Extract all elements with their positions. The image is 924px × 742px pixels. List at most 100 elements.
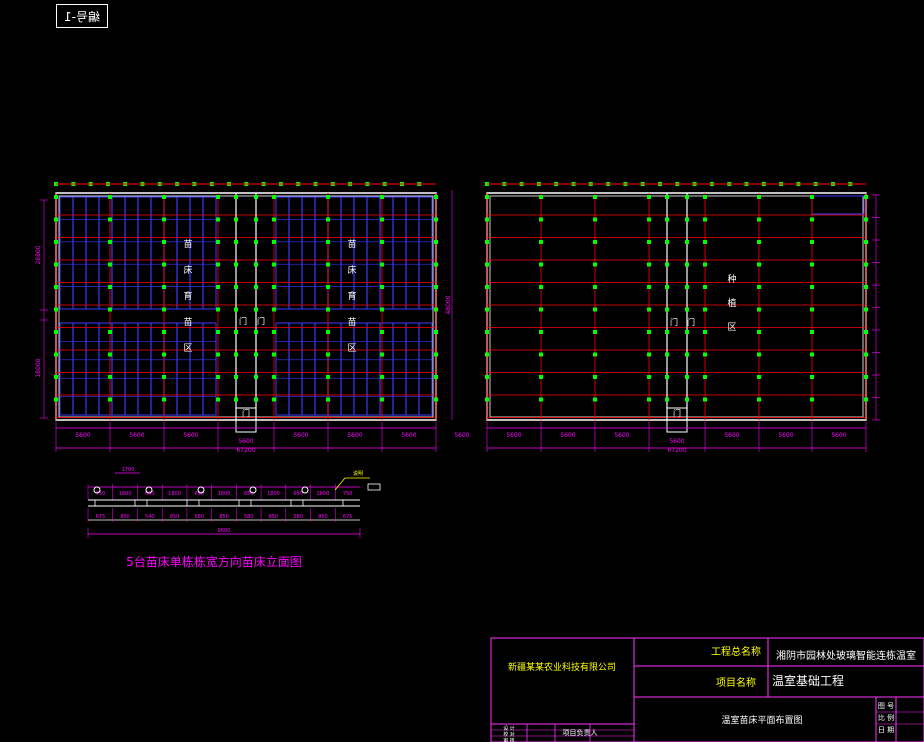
column-node bbox=[108, 352, 112, 357]
column-node bbox=[54, 330, 58, 334]
door-label: 门 bbox=[670, 317, 678, 327]
column-node bbox=[703, 307, 707, 312]
zone-label-char: 区 bbox=[347, 343, 356, 354]
column-node bbox=[810, 307, 814, 312]
column-node bbox=[254, 330, 258, 334]
cad-drawing-canvas: 苗床育苗区苗床育苗区门 门门5600 5600 5600 5600 5600 5600560… bbox=[35, 182, 924, 742]
bay-dim-text: 5600 bbox=[347, 432, 362, 439]
column-node bbox=[864, 330, 868, 334]
column-node bbox=[162, 240, 166, 244]
column-node bbox=[647, 330, 651, 334]
bed-section bbox=[94, 499, 136, 507]
column-node bbox=[485, 217, 489, 222]
project-label: 工程总名称 bbox=[711, 645, 761, 658]
column-node bbox=[234, 285, 238, 289]
column-node bbox=[326, 195, 330, 199]
column-node bbox=[254, 285, 258, 289]
column-node bbox=[864, 397, 868, 402]
column-node bbox=[272, 330, 276, 334]
column-node bbox=[216, 285, 220, 289]
bay-dim-text: 5600 bbox=[560, 432, 575, 439]
column-node bbox=[272, 397, 276, 402]
column-node bbox=[810, 285, 814, 289]
column-node bbox=[434, 307, 438, 312]
zone-label-char: 苗 bbox=[183, 317, 192, 328]
column-node bbox=[593, 285, 597, 289]
column-node bbox=[593, 352, 597, 357]
plan-outline bbox=[55, 192, 437, 421]
column-node bbox=[864, 262, 868, 267]
column-node bbox=[757, 217, 761, 222]
column-node bbox=[108, 397, 112, 402]
column-node bbox=[757, 240, 761, 244]
column-node bbox=[647, 397, 651, 402]
column-node bbox=[685, 330, 689, 334]
bay-dim-text: 5600 bbox=[75, 432, 90, 439]
column-node bbox=[162, 397, 166, 402]
column-node bbox=[162, 262, 166, 267]
column-node bbox=[864, 375, 868, 379]
column-node bbox=[162, 285, 166, 289]
plan-outline bbox=[486, 192, 867, 421]
column-node bbox=[685, 397, 689, 402]
elev-dim-text: 540 bbox=[145, 514, 155, 520]
column-node bbox=[703, 240, 707, 244]
item-label: 项目名称 bbox=[716, 676, 756, 689]
column-node bbox=[864, 307, 868, 312]
column-node bbox=[108, 217, 112, 222]
column-node bbox=[434, 240, 438, 244]
column-node bbox=[54, 262, 58, 267]
column-node bbox=[326, 397, 330, 402]
zone-label-char: 育 bbox=[183, 290, 192, 302]
column-node bbox=[234, 397, 238, 402]
door-label: 门 bbox=[257, 316, 265, 326]
column-node bbox=[485, 285, 489, 289]
total-dim-text: 67200 bbox=[667, 447, 686, 454]
door-label: 门 bbox=[687, 317, 695, 327]
project-value: 湘阴市园林处玻璃智能连栋温室 bbox=[776, 649, 916, 662]
column-node bbox=[326, 330, 330, 334]
elev-dim-text: 1800 bbox=[317, 491, 330, 497]
plan-inner-outline bbox=[489, 195, 864, 418]
elev-dim-text: 1800 bbox=[168, 491, 181, 497]
zone-label-char: 苗 bbox=[347, 317, 356, 328]
elev-dim-text: 580 bbox=[194, 514, 204, 520]
column-node bbox=[647, 307, 651, 312]
elev-dim-text: 850 bbox=[120, 514, 130, 520]
column-node bbox=[485, 262, 489, 267]
column-node bbox=[380, 307, 384, 312]
column-node bbox=[216, 262, 220, 267]
column-node bbox=[434, 375, 438, 379]
column-node bbox=[685, 285, 689, 289]
column-node bbox=[380, 195, 384, 199]
column-node bbox=[54, 195, 58, 199]
column-node bbox=[539, 375, 543, 379]
column-node bbox=[647, 375, 651, 379]
column-node bbox=[162, 217, 166, 222]
drawing-name: 温室苗床平面布置图 bbox=[721, 714, 802, 726]
column-node bbox=[757, 262, 761, 267]
column-node bbox=[54, 397, 58, 402]
column-node bbox=[647, 352, 651, 357]
column-node bbox=[647, 285, 651, 289]
column-node bbox=[108, 375, 112, 379]
column-node bbox=[665, 240, 669, 244]
zone-label-char: 床 bbox=[183, 264, 192, 276]
column-node bbox=[539, 195, 543, 199]
column-node bbox=[234, 195, 238, 199]
column-node bbox=[864, 195, 868, 199]
column-node bbox=[272, 352, 276, 357]
bay-dim-text: 5600 bbox=[614, 432, 629, 439]
column-node bbox=[539, 397, 543, 402]
column-node bbox=[539, 285, 543, 289]
column-node bbox=[380, 330, 384, 334]
elev-dim-text: 850 bbox=[318, 514, 328, 520]
pipe-circle bbox=[301, 486, 309, 494]
column-node bbox=[254, 307, 258, 312]
bay-dim-text: 5600 bbox=[293, 432, 308, 439]
item-value: 温室基础工程 bbox=[772, 673, 844, 688]
bed-section bbox=[146, 499, 188, 507]
column-node bbox=[54, 217, 58, 222]
bay-dim-text: 5600 bbox=[724, 432, 739, 439]
column-node bbox=[234, 352, 238, 357]
